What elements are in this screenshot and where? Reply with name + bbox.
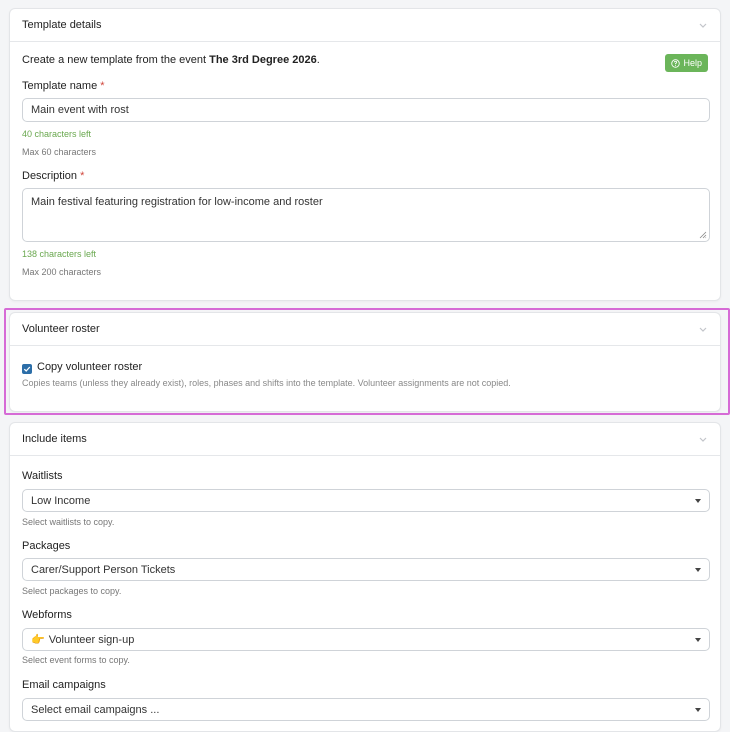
webforms-label: Webforms (22, 609, 72, 621)
required-mark: * (100, 80, 105, 92)
template-details-title: Template details (22, 19, 102, 31)
include-items-header[interactable]: Include items (10, 423, 720, 456)
template-name-label: Template name * (22, 80, 105, 92)
volunteer-roster-title: Volunteer roster (22, 323, 100, 335)
template-details-card: Template details Create a new template f… (9, 8, 721, 301)
caret-down-icon (695, 637, 701, 642)
chevron-down-icon[interactable] (698, 324, 708, 334)
help-button-label: Help (683, 58, 702, 68)
caret-down-icon (695, 707, 701, 712)
include-items-title: Include items (22, 433, 87, 445)
description-label: Description * (22, 170, 85, 182)
webforms-help: Select event forms to copy. (22, 655, 130, 665)
waitlists-label: Waitlists (22, 470, 63, 482)
required-mark: * (80, 170, 85, 182)
name-chars-left: 40 characters left (22, 129, 92, 139)
template-intro: Create a new template from the event The… (22, 54, 320, 66)
waitlists-select[interactable]: Low Income (22, 489, 710, 512)
description-textarea[interactable]: Main festival featuring registration for… (22, 188, 710, 242)
name-max-chars: Max 60 characters (22, 147, 97, 157)
packages-select[interactable]: Carer/Support Person Tickets (22, 558, 710, 581)
copy-volunteer-roster-label[interactable]: Copy volunteer roster (37, 361, 142, 373)
copy-volunteer-roster-checkbox[interactable] (22, 364, 32, 374)
waitlists-help: Select waitlists to copy. (22, 517, 115, 527)
template-details-header[interactable]: Template details (10, 9, 720, 42)
volunteer-roster-card: Volunteer roster Copy volunteer roster C… (9, 312, 721, 412)
webforms-select[interactable]: 👉 Volunteer sign-up (22, 628, 710, 651)
template-name-input[interactable]: Main event with rost (22, 98, 710, 122)
email-campaigns-select[interactable]: Select email campaigns ... (22, 698, 710, 721)
caret-down-icon (695, 498, 701, 503)
help-button[interactable]: Help (665, 54, 708, 72)
packages-label: Packages (22, 540, 71, 552)
caret-down-icon (695, 567, 701, 572)
question-circle-icon (671, 58, 681, 68)
include-items-card: Include items Waitlists Low Income Selec… (9, 422, 721, 732)
email-campaigns-label: Email campaigns (22, 679, 106, 691)
description-max-chars: Max 200 characters (22, 267, 102, 277)
event-name: The 3rd Degree 2026 (209, 54, 317, 66)
volunteer-roster-header[interactable]: Volunteer roster (10, 313, 720, 346)
checkmark-icon (23, 366, 31, 372)
volunteer-roster-help: Copies teams (unless they already exist)… (22, 378, 511, 388)
pointing-hand-icon: 👉 (31, 634, 45, 646)
chevron-down-icon[interactable] (698, 434, 708, 444)
packages-help: Select packages to copy. (22, 586, 122, 596)
chevron-down-icon[interactable] (698, 20, 708, 30)
resize-handle-icon[interactable] (699, 231, 707, 239)
description-chars-left: 138 characters left (22, 249, 97, 259)
